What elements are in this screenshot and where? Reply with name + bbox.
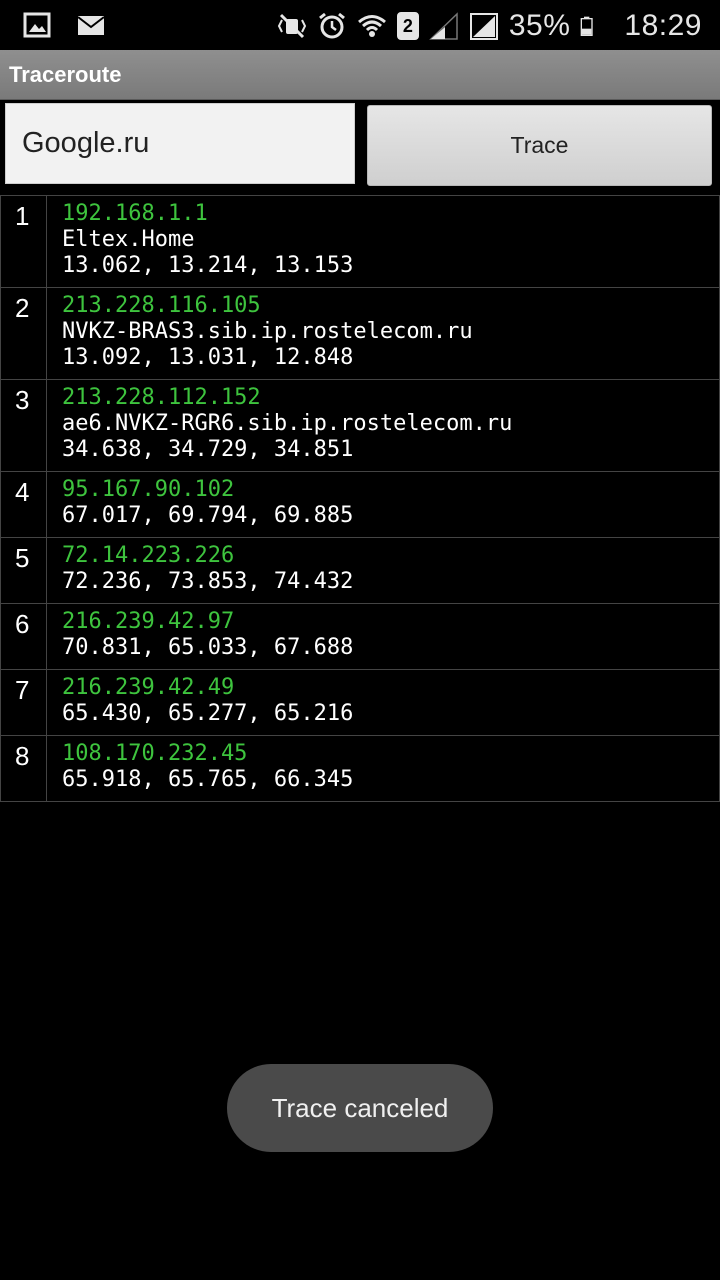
hop-ip: 216.239.42.97 xyxy=(62,609,235,634)
alarm-icon xyxy=(318,12,345,39)
table-row: 2 213.228.116.105 NVKZ-BRAS3.sib.ip.rostel… xyxy=(0,288,720,380)
hop-number: 8 xyxy=(1,736,47,801)
battery-icon xyxy=(581,16,594,36)
page-title: Traceroute xyxy=(9,62,122,87)
table-row: 3 213.228.112.152 ae6.NVKZ-RGR6.sib.ip.ros… xyxy=(0,380,720,472)
table-row: 8 108.170.232.45 65.918, 65.765, 66.345 xyxy=(0,736,720,802)
hop-ip: 192.168.1.1 xyxy=(62,201,208,226)
hop-number: 3 xyxy=(1,380,47,471)
battery-percent: 35% xyxy=(508,9,571,42)
table-row: 6 216.239.42.97 70.831, 65.033, 67.688 xyxy=(0,604,720,670)
hop-details: 95.167.90.102 67.017, 69.794, 69.885 xyxy=(47,472,353,537)
hop-number: 1 xyxy=(1,196,47,287)
hop-details: 72.14.223.226 72.236, 73.853, 74.432 xyxy=(47,538,353,603)
sim-icon: 2 xyxy=(396,12,419,40)
hop-times: 70.831, 65.033, 67.688 xyxy=(62,635,354,660)
mute-icon xyxy=(277,13,306,39)
toast-message: Trace canceled xyxy=(271,1092,449,1123)
hop-ip: 213.228.112.152 xyxy=(62,385,261,410)
status-bar-right: 2 35% 18:29 xyxy=(277,6,702,46)
hop-details: 192.168.1.1 Eltex.Home 13.062, 13.214, 13.… xyxy=(47,196,353,287)
hop-times: 67.017, 69.794, 69.885 xyxy=(62,503,354,528)
hop-number: 4 xyxy=(1,472,47,537)
table-row: 4 95.167.90.102 67.017, 69.794, 69.885 xyxy=(0,472,720,538)
wifi-icon xyxy=(357,15,386,37)
hop-details: 216.239.42.49 65.430, 65.277, 65.216 xyxy=(47,670,353,735)
hops-list: 1 192.168.1.1 Eltex.Home 13.062, 13.214, 13… xyxy=(0,195,720,802)
trace-button[interactable]: Trace xyxy=(367,105,712,186)
hop-details: 213.228.112.152 ae6.NVKZ-RGR6.sib.ip.rost… xyxy=(47,380,512,471)
hop-times: 34.638, 34.729, 34.851 xyxy=(62,437,354,462)
hop-number: 5 xyxy=(1,538,47,603)
hop-ip: 108.170.232.45 xyxy=(62,741,248,766)
hop-times: 13.092, 13.031, 12.848 xyxy=(62,345,354,370)
email-icon xyxy=(77,16,105,35)
hop-times: 13.062, 13.214, 13.153 xyxy=(62,253,354,278)
status-bar: 2 35% 18:29 xyxy=(0,0,720,50)
hop-hostname: Eltex.Home xyxy=(62,227,195,252)
hop-ip: 216.239.42.49 xyxy=(62,675,235,700)
gallery-icon xyxy=(23,12,51,38)
hop-number: 6 xyxy=(1,604,47,669)
hop-hostname: ae6.NVKZ-RGR6.sib.ip.rostelecom.ru xyxy=(62,411,513,436)
hop-times: 72.236, 73.853, 74.432 xyxy=(62,569,354,594)
hop-number: 2 xyxy=(1,288,47,379)
app-title-bar: Traceroute xyxy=(0,50,720,100)
hop-details: 216.239.42.97 70.831, 65.033, 67.688 xyxy=(47,604,353,669)
hop-ip: 72.14.223.226 xyxy=(62,543,235,568)
signal-icon xyxy=(429,12,458,40)
table-row: 5 72.14.223.226 72.236, 73.853, 74.432 xyxy=(0,538,720,604)
hop-ip: 95.167.90.102 xyxy=(62,477,235,502)
clock: 18:29 xyxy=(624,9,702,42)
hop-details: 108.170.232.45 65.918, 65.765, 66.345 xyxy=(47,736,353,801)
signal-full-icon xyxy=(469,13,498,40)
toast: Trace canceled xyxy=(227,1064,493,1152)
hop-hostname: NVKZ-BRAS3.sib.ip.rostelecom.ru xyxy=(62,319,473,344)
table-row: 1 192.168.1.1 Eltex.Home 13.062, 13.214, 13… xyxy=(0,196,720,288)
hop-details: 213.228.116.105 NVKZ-BRAS3.sib.ip.rostele… xyxy=(47,288,473,379)
hop-ip: 213.228.116.105 xyxy=(62,293,261,318)
table-row: 7 216.239.42.49 65.430, 65.277, 65.216 xyxy=(0,670,720,736)
status-bar-left xyxy=(22,10,106,40)
hop-times: 65.430, 65.277, 65.216 xyxy=(62,701,354,726)
hop-times: 65.918, 65.765, 66.345 xyxy=(62,767,354,792)
hop-number: 7 xyxy=(1,670,47,735)
host-input[interactable] xyxy=(5,103,355,184)
